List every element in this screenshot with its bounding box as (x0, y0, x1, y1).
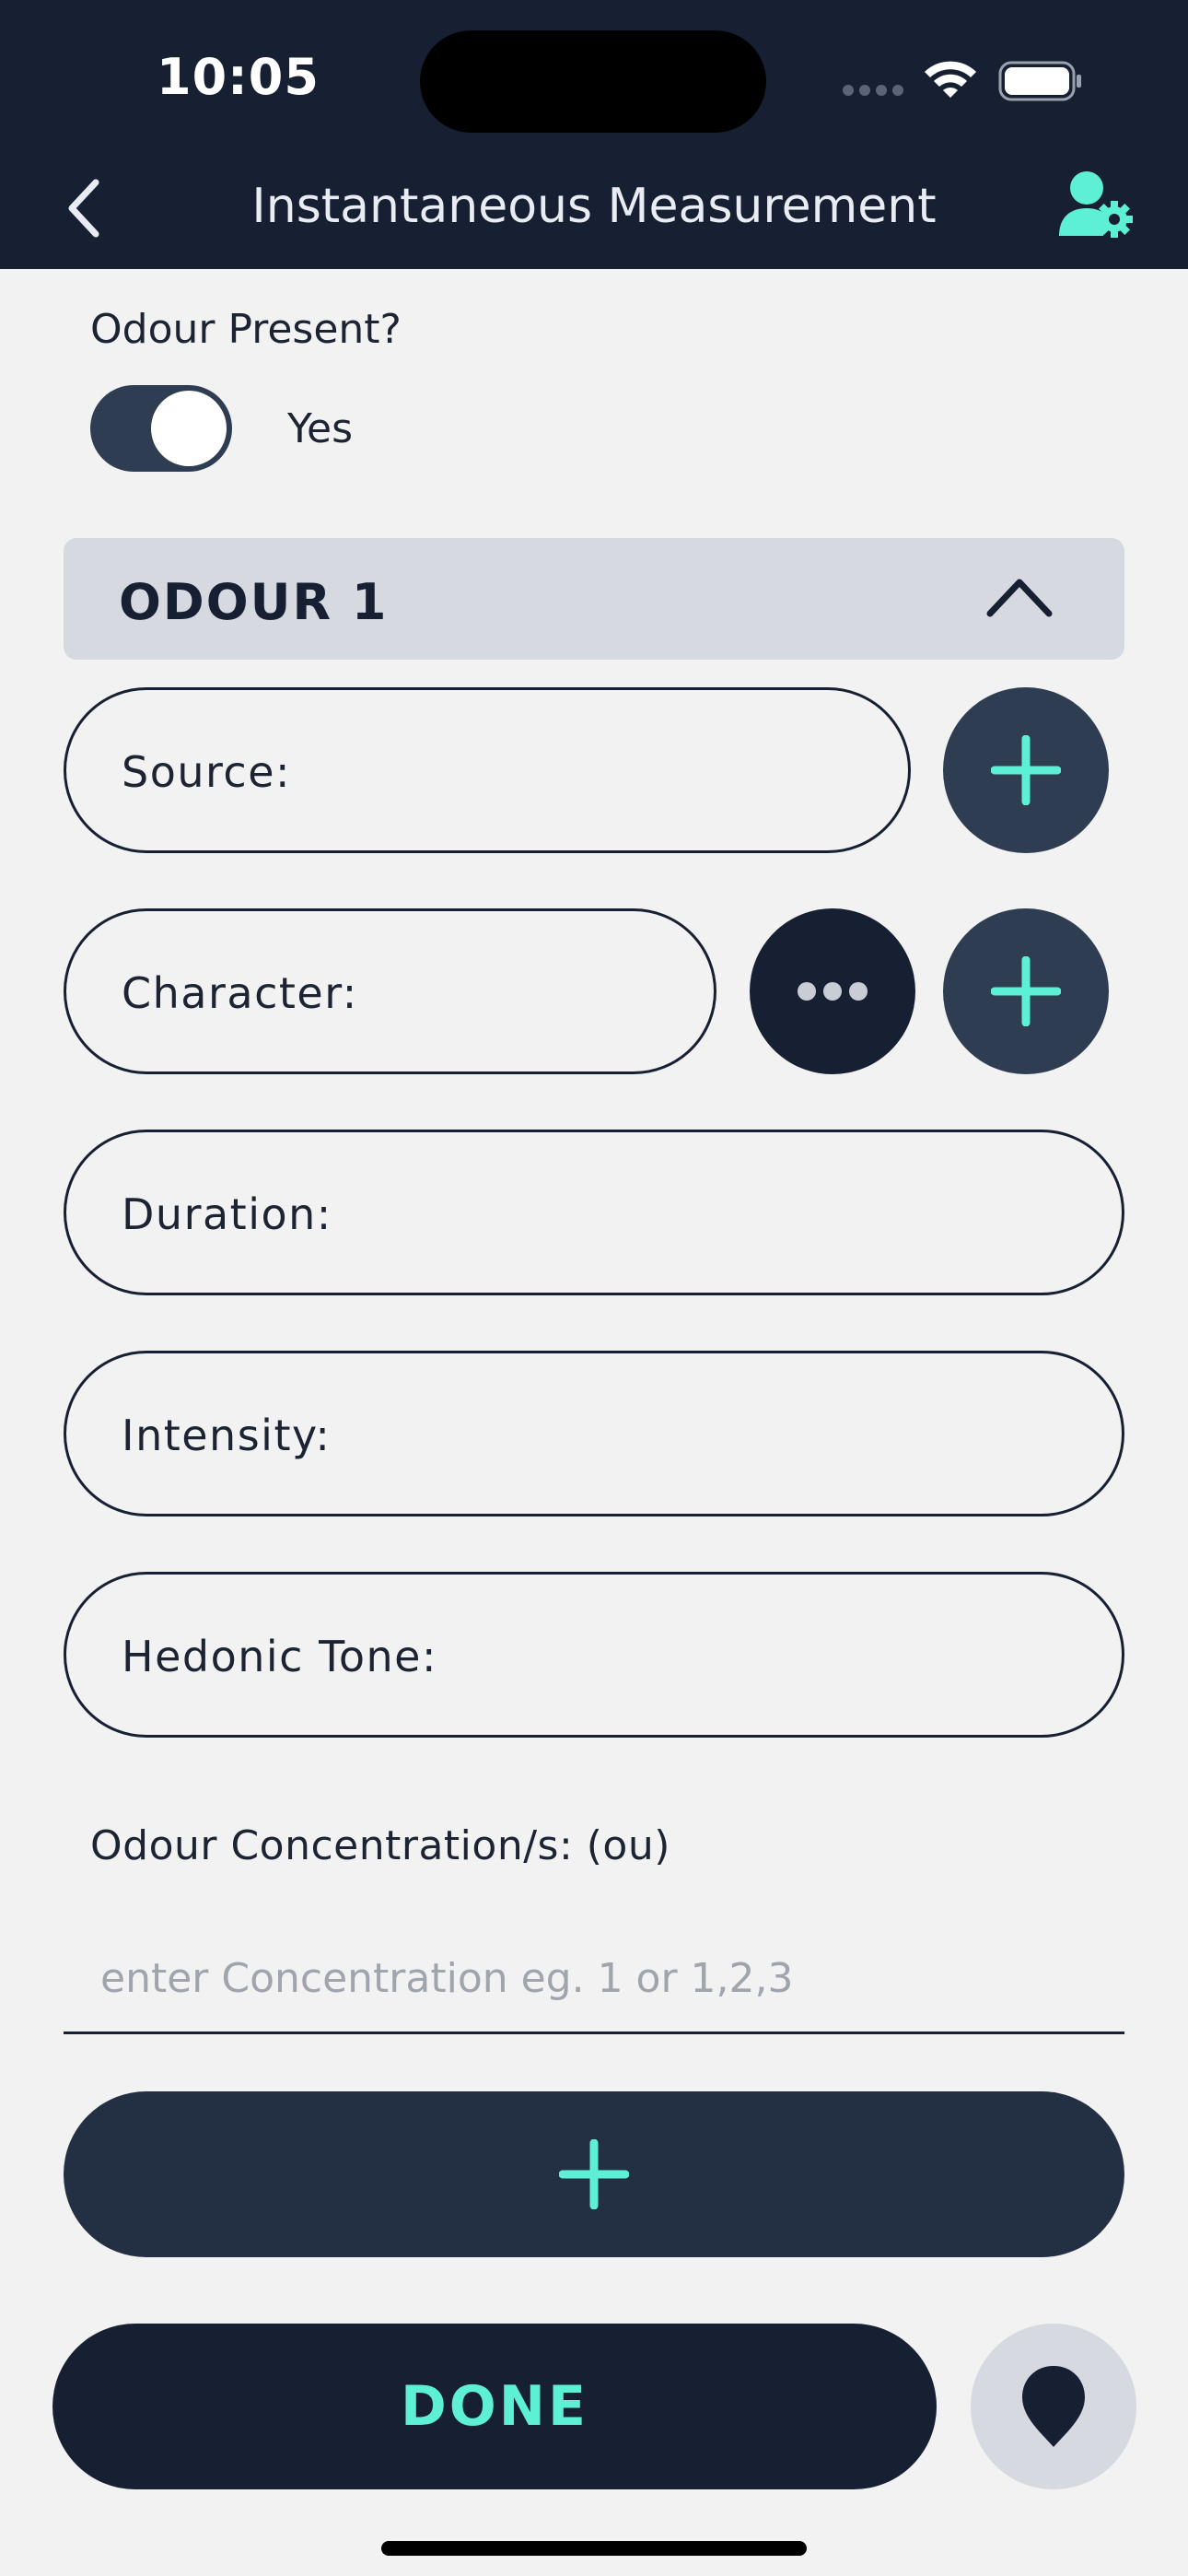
source-label: Source: (122, 747, 291, 797)
duration-field[interactable]: Duration: (64, 1130, 1124, 1295)
chevron-up-icon (986, 579, 1053, 617)
add-source-button[interactable] (943, 687, 1109, 853)
ellipsis-icon (798, 982, 868, 1001)
section-title: ODOUR 1 (119, 573, 389, 631)
duration-label: Duration: (122, 1189, 332, 1239)
intensity-label: Intensity: (122, 1411, 332, 1460)
status-time: 10:05 (157, 48, 320, 106)
location-button[interactable] (971, 2324, 1136, 2489)
done-label: DONE (400, 2374, 588, 2439)
character-options-button[interactable] (750, 908, 915, 1074)
intensity-field[interactable]: Intensity: (64, 1351, 1124, 1516)
done-button[interactable]: DONE (52, 2324, 937, 2489)
user-settings-button[interactable] (1057, 168, 1135, 241)
home-indicator (381, 2541, 807, 2556)
plus-icon (991, 735, 1061, 805)
plus-icon (991, 956, 1061, 1026)
add-character-button[interactable] (943, 908, 1109, 1074)
toggle-knob (151, 391, 227, 466)
map-pin-icon (1022, 2366, 1085, 2447)
odour-section-header[interactable]: ODOUR 1 (64, 538, 1124, 660)
odour-present-label: Odour Present? (90, 306, 402, 353)
hedonic-tone-field[interactable]: Hedonic Tone: (64, 1572, 1124, 1738)
dynamic-island (420, 30, 766, 133)
wifi-icon (925, 61, 976, 98)
top-bar: 10:05 Instantaneous Measurement (0, 0, 1188, 269)
page-title: Instantaneous Measurement (251, 179, 937, 234)
plus-icon (559, 2139, 629, 2209)
character-label: Character: (122, 968, 358, 1018)
concentration-label: Odour Concentration/s: (ou) (90, 1822, 670, 1869)
battery-icon (998, 61, 1081, 101)
concentration-input[interactable] (64, 1926, 1124, 2034)
add-odour-button[interactable] (64, 2091, 1124, 2257)
odour-present-toggle[interactable] (90, 385, 232, 472)
user-gear-icon (1059, 171, 1133, 238)
toggle-value-label: Yes (287, 405, 354, 452)
hedonic-tone-label: Hedonic Tone: (122, 1632, 437, 1681)
cellular-signal-icon (843, 85, 903, 98)
source-field[interactable]: Source: (64, 687, 911, 853)
character-field[interactable]: Character: (64, 908, 716, 1074)
